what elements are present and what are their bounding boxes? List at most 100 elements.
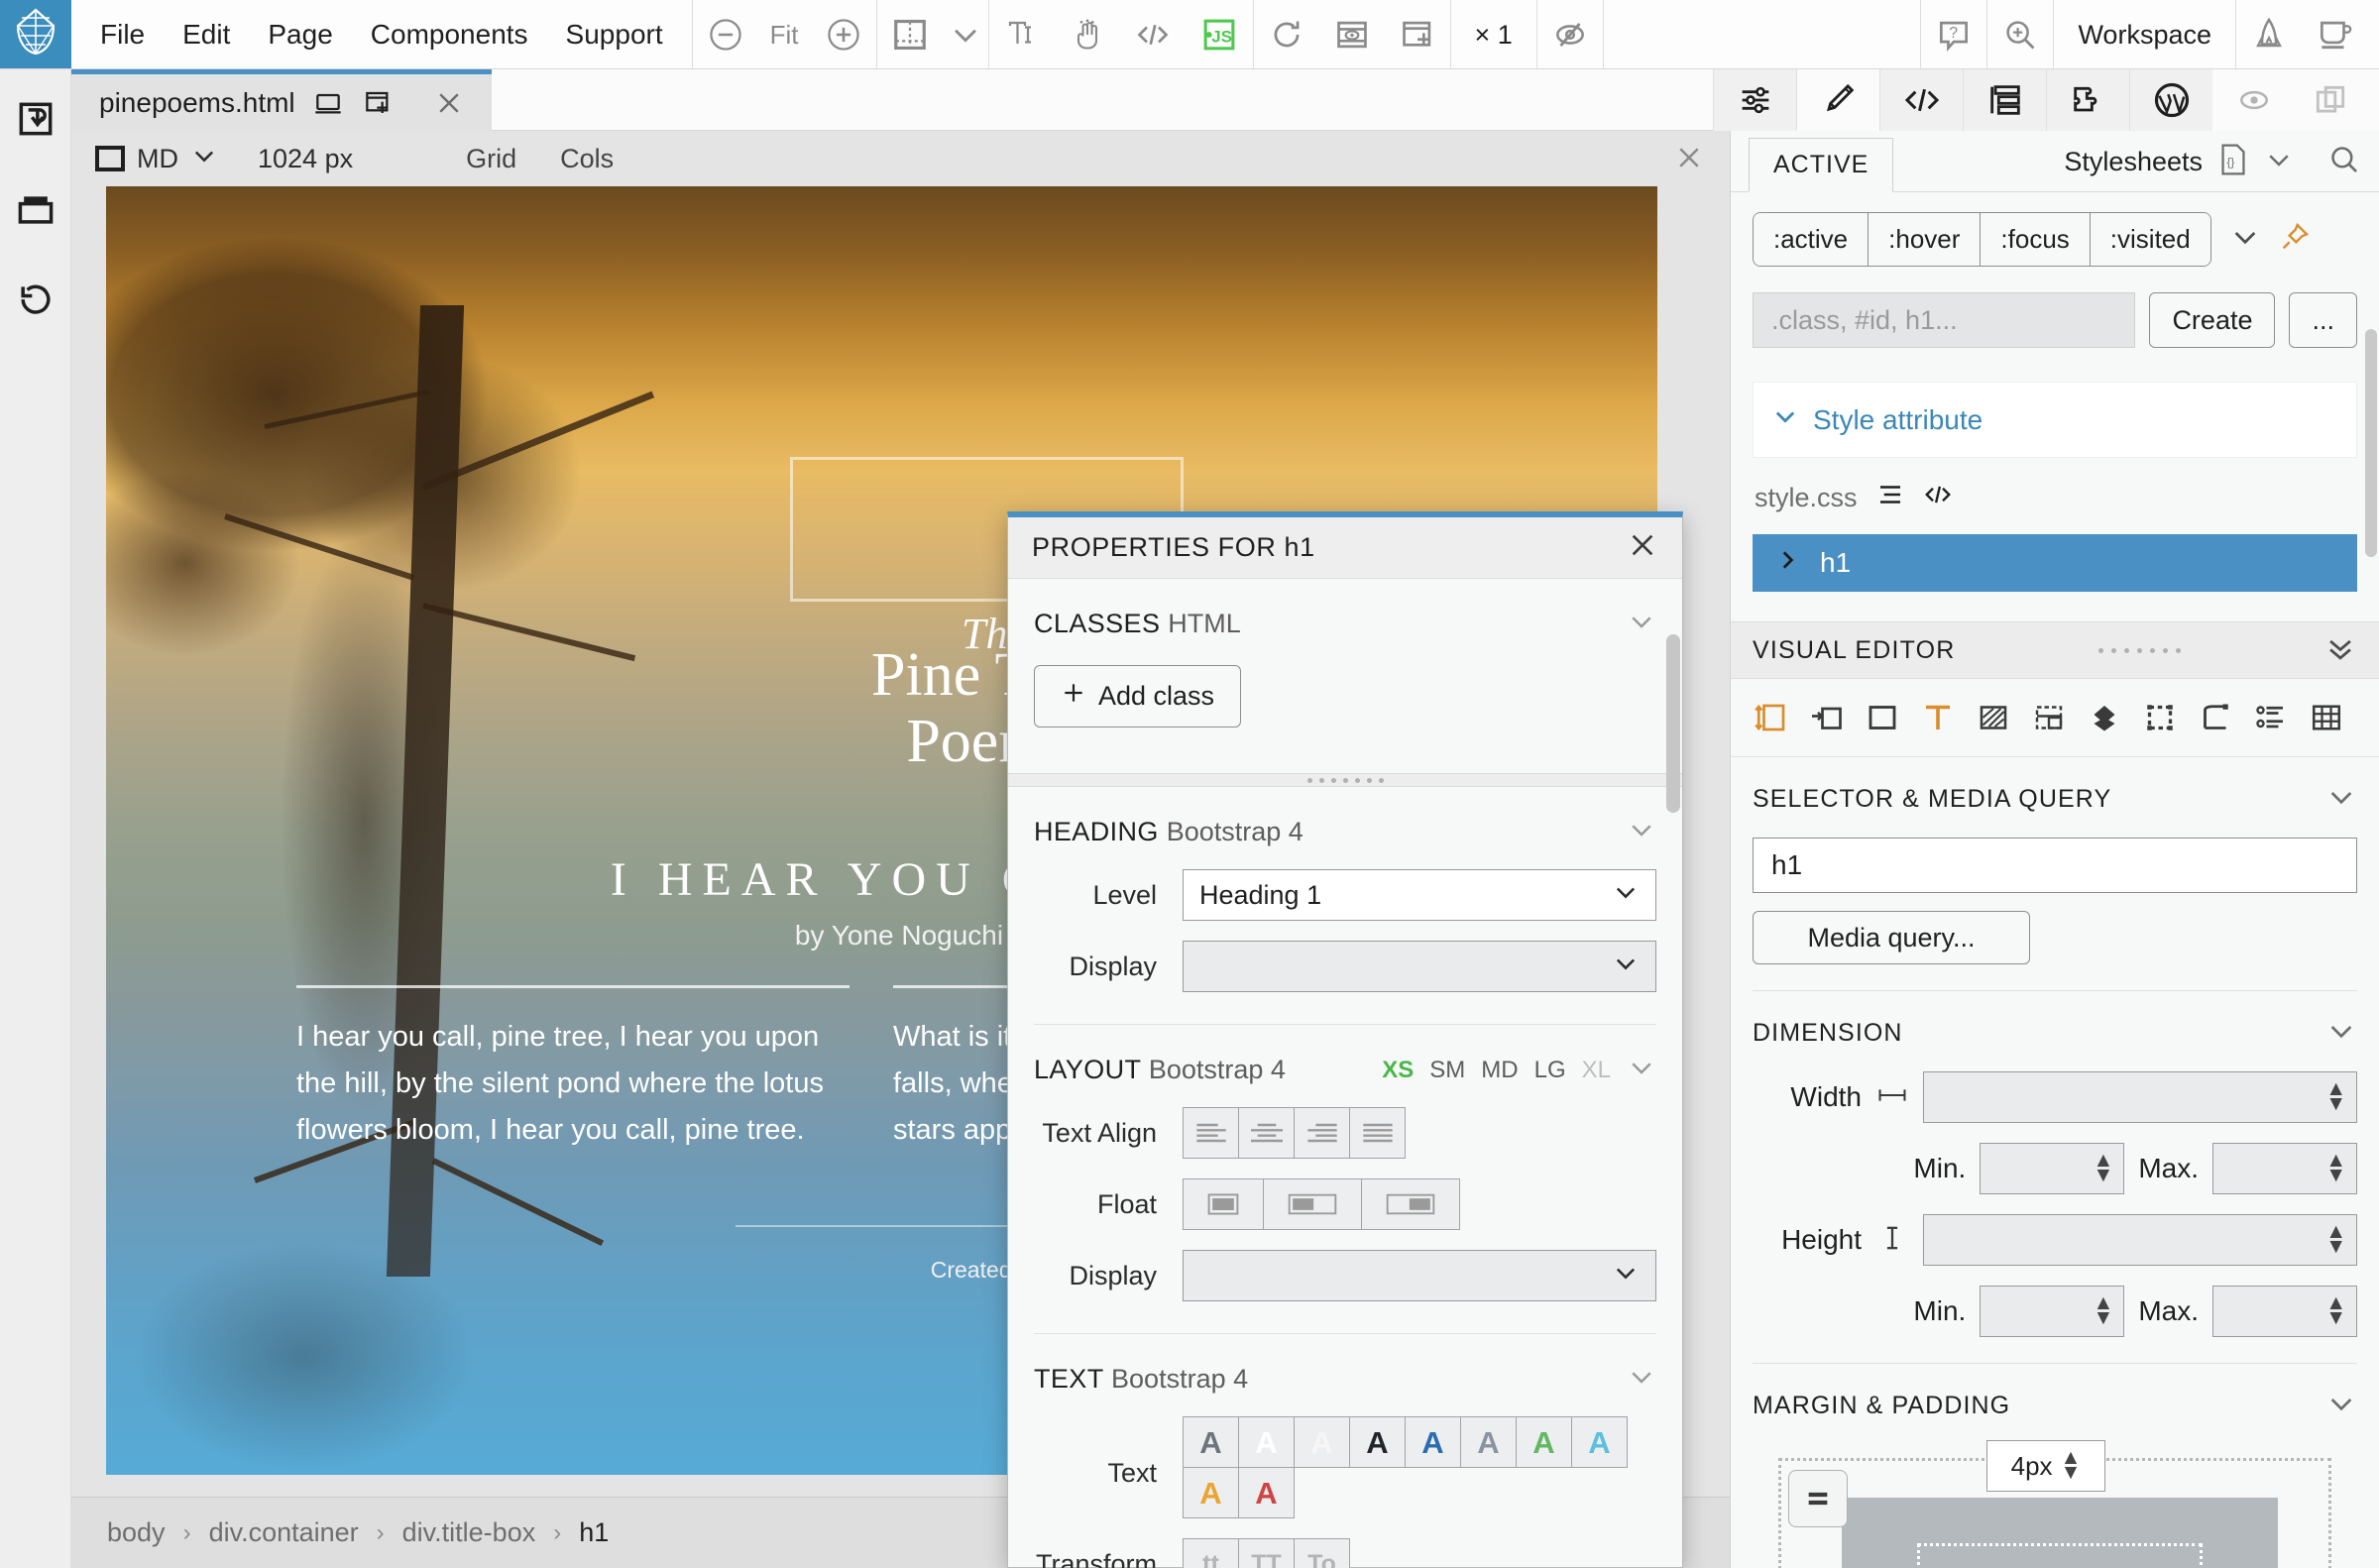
breadcrumb-item-title-box[interactable]: div.title-box xyxy=(402,1517,536,1548)
breakpoint-md[interactable]: MD xyxy=(1481,1057,1518,1084)
properties-tab[interactable] xyxy=(1713,69,1796,131)
text-color-swatch[interactable]: A xyxy=(1294,1416,1350,1468)
effects-icon[interactable] xyxy=(2082,695,2127,740)
stylesheets-label[interactable]: Stylesheets xyxy=(2064,147,2203,177)
text-color-swatch[interactable]: A xyxy=(1571,1416,1628,1468)
height-max-input[interactable]: ▲ ▼ xyxy=(2212,1286,2357,1337)
chevron-down-icon[interactable] xyxy=(1627,1053,1656,1087)
selector-media-query-header[interactable]: SELECTOR & MEDIA QUERY xyxy=(1753,781,2357,818)
workspace-button[interactable]: Workspace xyxy=(2054,0,2235,69)
chevron-down-icon[interactable] xyxy=(1627,607,1656,641)
breakpoint-lg[interactable]: LG xyxy=(1534,1057,1566,1084)
search-icon[interactable] xyxy=(2327,143,2361,181)
heading-level-select[interactable]: Heading 1 xyxy=(1183,869,1656,921)
chevron-down-icon[interactable] xyxy=(2325,781,2357,818)
text-color-swatch[interactable]: A xyxy=(1405,1416,1461,1468)
layout-display-select[interactable] xyxy=(1183,1250,1656,1301)
visual-editor-header[interactable]: VISUAL EDITOR xyxy=(1731,621,2379,679)
device-selector[interactable]: MD xyxy=(95,142,218,176)
breakpoint-xl[interactable]: XL xyxy=(1582,1057,1611,1084)
close-icon[interactable] xyxy=(1627,529,1658,566)
undo-icon[interactable] xyxy=(8,274,63,329)
stepper-arrows[interactable]: ▲ ▼ xyxy=(2061,1448,2082,1483)
create-selector-button[interactable]: Create xyxy=(2149,292,2276,348)
transform-capitalize-button[interactable]: To xyxy=(1294,1538,1350,1568)
transform-uppercase-button[interactable]: TT xyxy=(1238,1538,1295,1568)
pin-icon[interactable] xyxy=(2279,221,2311,258)
list-icon[interactable] xyxy=(2248,695,2294,740)
library-tab[interactable] xyxy=(2046,69,2129,131)
heading-display-select[interactable] xyxy=(1183,941,1656,992)
wordpress-tab[interactable] xyxy=(2129,69,2212,131)
chevron-down-icon[interactable] xyxy=(1627,1362,1656,1397)
grid-toggle[interactable]: Grid xyxy=(466,144,516,174)
breakpoint-xs[interactable]: XS xyxy=(1382,1057,1414,1084)
width-input[interactable]: ▲ ▼ xyxy=(1923,1071,2357,1123)
close-icon[interactable] xyxy=(1674,143,1704,177)
breakpoint-sm[interactable]: SM xyxy=(1429,1057,1465,1084)
detach-tab-icon[interactable] xyxy=(361,86,395,120)
style-panel-scrollbar[interactable] xyxy=(2365,329,2377,557)
page-layout-icon[interactable] xyxy=(877,0,943,69)
align-center-icon[interactable] xyxy=(1238,1107,1295,1159)
text-color-swatch[interactable]: A xyxy=(1183,1467,1239,1518)
more-options-button[interactable]: ... xyxy=(2289,292,2357,348)
open-folder-icon[interactable] xyxy=(8,182,63,238)
text-section-header[interactable]: TEXT Bootstrap 4 xyxy=(1034,1362,1656,1397)
text-color-swatch[interactable]: A xyxy=(1460,1416,1517,1468)
text-color-swatch[interactable]: A xyxy=(1238,1416,1295,1468)
menu-support[interactable]: Support xyxy=(547,0,682,69)
style-tab[interactable] xyxy=(1796,69,1879,131)
layout-icon[interactable] xyxy=(2026,695,2072,740)
text-cursor-icon[interactable] xyxy=(989,0,1055,69)
menu-components[interactable]: Components xyxy=(352,0,547,69)
open-in-new-window-icon[interactable] xyxy=(1385,0,1450,69)
chevron-down-icon[interactable] xyxy=(2325,1388,2357,1424)
add-class-button[interactable]: Add class xyxy=(1034,665,1242,728)
height-min-input[interactable]: ▲ ▼ xyxy=(1980,1286,2125,1337)
text-color-swatch[interactable]: A xyxy=(1349,1416,1406,1468)
chevron-down-icon[interactable] xyxy=(2325,1015,2357,1052)
cols-toggle[interactable]: Cols xyxy=(560,144,614,174)
background-icon[interactable] xyxy=(1971,695,2016,740)
coffee-cup-icon[interactable] xyxy=(2302,0,2379,69)
transition-icon[interactable] xyxy=(2193,695,2238,740)
box-icon[interactable] xyxy=(1860,695,1905,740)
pseudo-visited[interactable]: :visited xyxy=(2090,213,2210,266)
chevron-down-icon[interactable] xyxy=(2264,145,2294,179)
app-logo[interactable] xyxy=(0,0,71,68)
text-color-swatch[interactable]: A xyxy=(1516,1416,1572,1468)
properties-scrollbar[interactable] xyxy=(1666,634,1680,813)
selector-value-input[interactable]: h1 xyxy=(1753,838,2357,893)
pseudo-hover[interactable]: :hover xyxy=(1869,213,1982,266)
height-input[interactable]: ▲ ▼ xyxy=(1923,1214,2357,1266)
js-badge-icon[interactable]: JS xyxy=(1186,0,1253,69)
preview-page-icon[interactable] xyxy=(1319,0,1385,69)
transform-lowercase-button[interactable]: tt xyxy=(1183,1538,1239,1568)
zoom-fit-button[interactable]: Fit xyxy=(758,0,811,69)
width-min-input[interactable]: ▲ ▼ xyxy=(1980,1143,2125,1194)
stepper-arrows[interactable]: ▲ ▼ xyxy=(2325,1151,2346,1185)
align-left-icon[interactable] xyxy=(1183,1107,1239,1159)
align-justify-icon[interactable] xyxy=(1349,1107,1406,1159)
dimension-header[interactable]: DIMENSION xyxy=(1753,1015,2357,1052)
width-max-input[interactable]: ▲ ▼ xyxy=(2212,1143,2357,1194)
dialog-resize-grabber[interactable] xyxy=(1008,773,1682,787)
link-sides-icon[interactable] xyxy=(1788,1470,1848,1527)
text-color-swatch[interactable]: A xyxy=(1238,1467,1295,1518)
text-color-swatch[interactable]: A xyxy=(1183,1416,1239,1468)
reload-icon[interactable] xyxy=(1254,0,1319,69)
zoom-multiplier-label[interactable]: × 1 xyxy=(1451,0,1536,69)
breadcrumb-item-body[interactable]: body xyxy=(107,1517,166,1548)
typography-icon[interactable] xyxy=(1915,695,1961,740)
chevron-down-icon[interactable] xyxy=(1627,815,1656,849)
menu-edit[interactable]: Edit xyxy=(164,0,249,69)
table-icon[interactable] xyxy=(2304,695,2349,740)
visual-editor-drag-dots[interactable] xyxy=(2097,647,2181,653)
tab-active-styles[interactable]: ACTIVE xyxy=(1749,138,1894,192)
stepper-arrows[interactable]: ▲ ▼ xyxy=(2325,1222,2346,1257)
stepper-arrows[interactable]: ▲ ▼ xyxy=(2094,1151,2114,1185)
list-lines-icon[interactable] xyxy=(1875,480,1905,516)
page-structure-tab[interactable] xyxy=(1963,69,2046,131)
chevron-down-icon[interactable] xyxy=(2229,221,2261,258)
